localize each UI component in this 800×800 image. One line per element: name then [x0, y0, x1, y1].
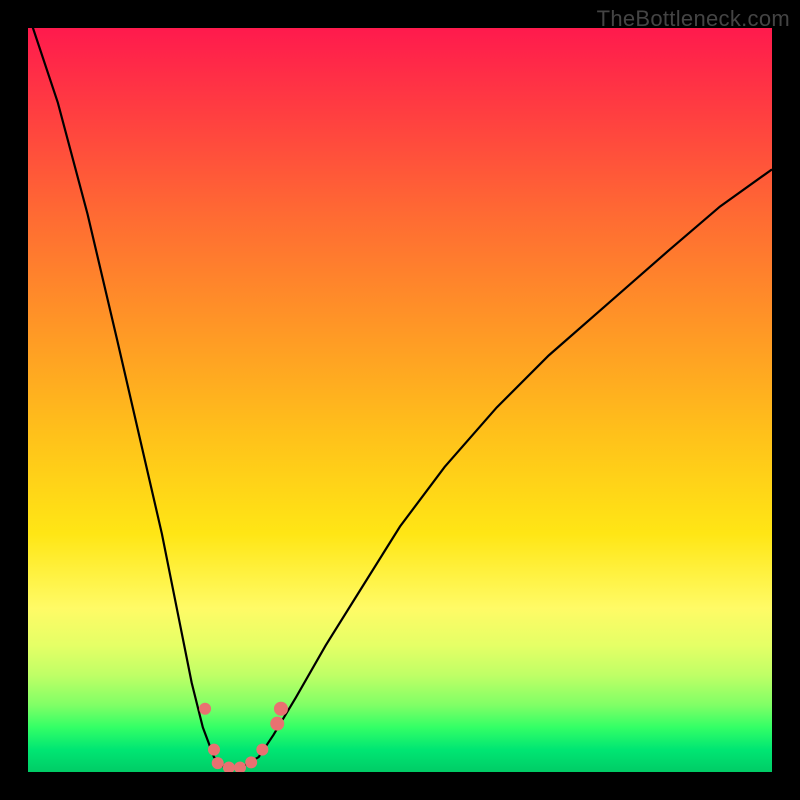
- curve-marker: [256, 744, 268, 756]
- chart-plot-area: [28, 28, 772, 772]
- chart-svg: [28, 28, 772, 772]
- curve-marker: [270, 717, 284, 731]
- curve-markers: [199, 702, 288, 772]
- watermark-text: TheBottleneck.com: [597, 6, 790, 32]
- bottleneck-curve: [28, 28, 772, 768]
- curve-marker: [223, 762, 235, 772]
- curve-marker: [208, 744, 220, 756]
- curve-marker: [245, 756, 257, 768]
- curve-marker: [212, 757, 224, 769]
- curve-marker: [274, 702, 288, 716]
- curve-marker: [199, 703, 211, 715]
- curve-marker: [234, 762, 246, 772]
